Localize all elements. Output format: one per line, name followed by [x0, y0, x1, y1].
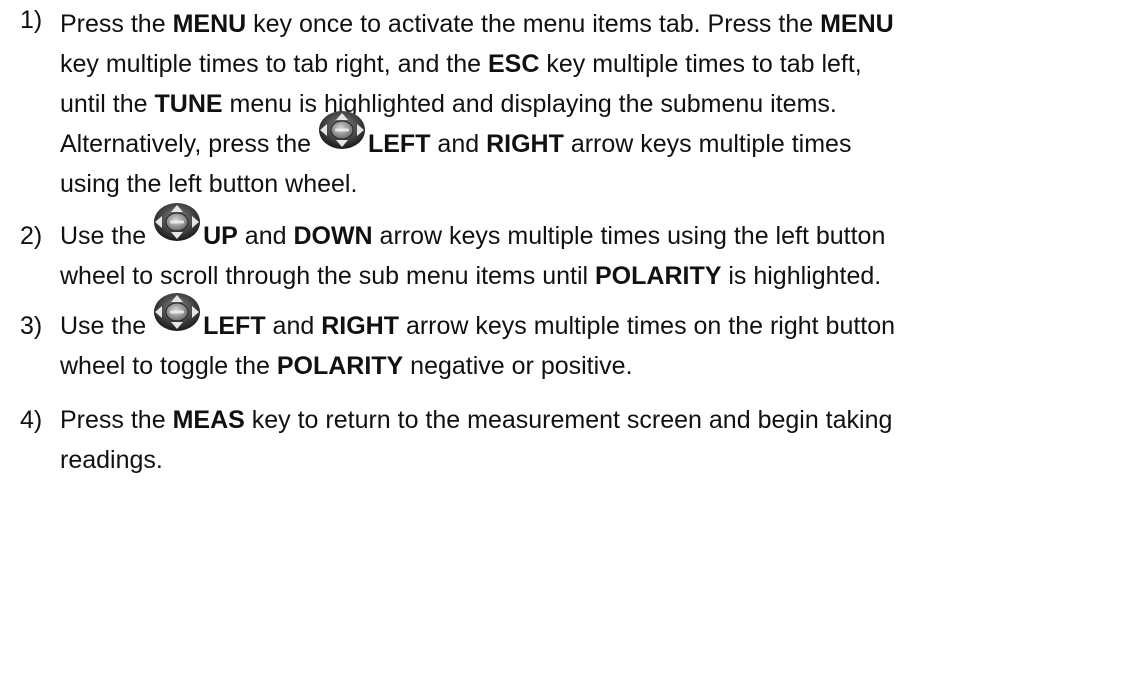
step-line: Press the MEAS key to return to the meas… [60, 400, 1138, 440]
step-text: negative or positive. [403, 352, 633, 380]
step-text: wheel to toggle the [60, 352, 277, 380]
step-number: 4) [20, 406, 43, 434]
step-text: and [265, 312, 322, 340]
key-name: MEAS [172, 406, 245, 434]
key-name: POLARITY [276, 352, 404, 380]
key-name: LEFT [367, 130, 431, 158]
step-text: Alternatively, press the [60, 130, 318, 158]
step-text: Use the [60, 312, 154, 340]
enter-wheel-icon [318, 110, 366, 150]
step-line: Alternatively, press the LEFT and RIGHT … [60, 124, 1138, 164]
step-text: arrow keys multiple times [563, 130, 852, 158]
step-text: arrow keys multiple times using the left… [372, 222, 886, 250]
step-1: 1) Press the MENU key once to activate t… [0, 0, 1138, 204]
step-number: 2) [20, 222, 43, 250]
step-text: key once to activate the menu items tab.… [246, 10, 821, 38]
step-text: is highlighted. [721, 262, 882, 290]
step-text: arrow keys multiple times on the right b… [399, 312, 896, 340]
step-text: and [237, 222, 294, 250]
step-line: Use the UP and DOWN arrow keys multiple … [60, 216, 1138, 256]
key-name: UP [203, 222, 238, 250]
step-line: using the left button wheel. [60, 164, 1138, 204]
key-name: ESC [488, 50, 540, 78]
key-name: RIGHT [321, 312, 399, 340]
step-number: 3) [20, 312, 43, 340]
step-3: 3) Use the LEFT and RIGHT arrow keys mul… [0, 306, 1138, 386]
gain-wheel-icon [153, 292, 201, 332]
step-text: readings. [60, 446, 163, 474]
instruction-list: 1) Press the MENU key once to activate t… [0, 0, 1138, 480]
step-text: Press the [60, 10, 173, 38]
step-line: key multiple times to tab right, and the… [60, 44, 1138, 84]
key-name: MENU [820, 10, 894, 38]
enter-wheel-icon [153, 202, 201, 242]
step-text: key multiple times to tab right, and the [60, 50, 488, 78]
key-name: DOWN [293, 222, 373, 250]
step-line: wheel to scroll through the sub menu ite… [60, 256, 1138, 296]
key-name: TUNE [154, 90, 223, 118]
step-2: 2) Use the UP and DOWN arrow keys multip… [0, 216, 1138, 296]
step-text: key to return to the measurement screen … [244, 406, 893, 434]
step-number: 1) [20, 6, 43, 34]
step-4: 4) Press the MEAS key to return to the m… [0, 400, 1138, 480]
key-name: RIGHT [486, 130, 564, 158]
step-text: Press the [60, 406, 173, 434]
step-text: and [430, 130, 487, 158]
key-name: POLARITY [595, 262, 722, 290]
step-line: until the TUNE menu is highlighted and d… [60, 84, 1138, 124]
step-line: wheel to toggle the POLARITY negative or… [60, 346, 1138, 386]
step-line: Press the MENU key once to activate the … [60, 4, 1138, 44]
step-line: readings. [60, 440, 1138, 480]
step-text: menu is highlighted and displaying the s… [222, 90, 837, 118]
key-name: MENU [172, 10, 247, 38]
step-text: key multiple times to tab left, [539, 50, 862, 78]
key-name: LEFT [203, 312, 266, 340]
step-text: Use the [60, 222, 154, 250]
step-text: until the [60, 90, 155, 118]
step-text: wheel to scroll through the sub menu ite… [60, 262, 595, 290]
step-text: using the left button wheel. [60, 170, 358, 198]
step-line: Use the LEFT and RIGHT arrow keys multip… [60, 306, 1138, 346]
